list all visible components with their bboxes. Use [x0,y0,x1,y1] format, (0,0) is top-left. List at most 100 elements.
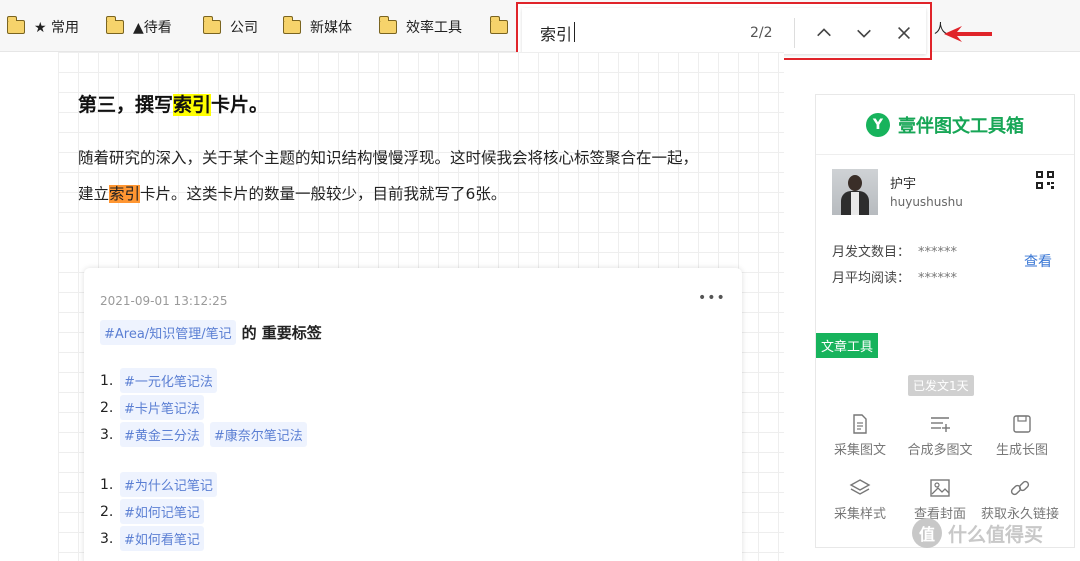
brand-logo-icon: Y [866,112,890,137]
watermark: 值 什么值得买 [912,518,1043,548]
paragraph-text: 建立 [78,185,110,203]
document-icon [853,414,867,434]
tag-link[interactable]: #Area/知识管理/笔记 [100,320,236,345]
list-number: 2. [100,399,114,416]
get-permanent-link-button[interactable]: 获取永久链接 [980,477,1060,522]
list-number: 3. [100,530,114,547]
watermark-logo-icon: 值 [912,518,942,548]
folder-icon [489,16,508,34]
avatar-figure [851,192,859,215]
user-name: 护宇 [890,177,917,192]
list-item: 1. #为什么记笔记 [100,472,217,497]
bookmark-folder-common[interactable]: ★ 常用 [6,16,80,38]
list-item: 2. #卡片笔记法 [100,395,204,420]
more-options-icon[interactable]: ••• [698,290,726,306]
collect-style-button[interactable]: 采集样式 [820,477,900,522]
tag-link[interactable]: #一元化笔记法 [120,368,217,393]
list-add-icon [931,417,950,432]
bookmark-folder-to-watch[interactable]: ▲待看 [105,16,172,38]
find-previous-button[interactable] [810,18,838,48]
stat-value: ****** [918,271,958,286]
bookmark-label: ▲待看 [133,20,172,36]
monthly-reads-stat: 月平均阅读： ****** [832,267,957,286]
merge-articles-button[interactable]: 合成多图文 [900,413,980,458]
tool-label: 合成多图文 [907,443,973,458]
find-close-button[interactable] [890,18,918,48]
user-handle: huyushushu [890,195,963,209]
list-number: 3. [100,426,114,443]
tag-link[interactable]: #黄金三分法 [120,422,204,447]
find-next-button[interactable] [850,18,878,48]
memo-card: 2021-09-01 13:12:25 ••• #Area/知识管理/笔记 的 … [84,268,742,561]
tag-link[interactable]: #为什么记笔记 [120,472,217,497]
tag-link[interactable]: #如何记笔记 [120,499,204,524]
bookmark-folder-efficiency-tools[interactable]: 效率工具 [378,16,462,38]
list-item: 2. #如何记笔记 [100,499,204,524]
watermark-text: 什么值得买 [948,523,1044,546]
paragraph-line: 随着研究的深入，关于某个主题的知识结构慢慢浮现。这时候我会将核心标签聚合在一起， [78,149,699,167]
chevron-down-icon [857,29,871,38]
tool-label: 采集图文 [833,443,886,458]
stat-label: 月发文数目： [832,245,911,260]
memo-title-text: 的 重要标签 [241,324,322,342]
find-bar: 2/2 [522,8,926,54]
folder-icon [282,16,301,34]
article-tools-badge: 文章工具 [816,333,879,358]
list-item: 3. #如何看笔记 [100,526,204,551]
qr-code-icon[interactable] [1036,171,1054,189]
monthly-posts-stat: 月发文数目： ****** [832,241,957,260]
divider [794,18,795,48]
stat-label: 月平均阅读： [832,271,911,286]
search-match-current: 索引 [173,94,212,116]
folder-icon [6,16,25,34]
view-cover-button[interactable]: 查看封面 [900,477,980,522]
folder-icon [378,16,397,34]
sidebar-title: 壹伴图文工具箱 [898,115,1024,137]
link-icon [1010,480,1030,496]
search-match: 索引 [109,185,141,203]
bookmark-label: 新媒体 [310,20,352,36]
bookmark-folder-company[interactable]: 公司 [202,16,258,38]
text-caret [574,22,575,42]
view-stats-link[interactable]: 查看 [1024,251,1052,271]
article-body: 第三，撰写索引卡片。 随着研究的深入，关于某个主题的知识结构慢慢浮现。这时候我会… [58,52,784,561]
extension-sidebar: Y 壹伴图文工具箱 护宇 huyushushu 月发文数目： ****** 月平均… [815,94,1075,548]
find-match-count: 2/2 [750,25,773,41]
tag-link[interactable]: #卡片笔记法 [120,395,204,420]
close-icon [898,27,910,39]
list-number: 1. [100,372,114,389]
bookmark-folder-partial[interactable] [489,16,517,38]
sidebar-header: Y 壹伴图文工具箱 [816,95,1074,155]
tool-label: 生成长图 [995,443,1048,458]
avatar [832,169,878,215]
tag-link[interactable]: #如何看笔记 [120,526,204,551]
heading-text: 卡片。 [211,94,269,116]
list-number: 2. [100,503,114,520]
memo-timestamp: 2021-09-01 13:12:25 [100,294,228,308]
folder-icon [202,16,221,34]
list-number: 1. [100,476,114,493]
generate-long-image-button[interactable]: 生成长图 [982,413,1062,458]
bookmark-label: 效率工具 [406,20,462,36]
paragraph-text: 卡片。这类卡片的数量一般较少，目前我就写了6张。 [140,185,507,203]
avatar-figure [848,175,862,191]
folder-icon [105,16,124,34]
memo-title: #Area/知识管理/笔记 的 重要标签 [100,320,322,345]
published-days-badge: 已发文1天 [908,375,974,396]
list-item: 3. #黄金三分法 #康奈尔笔记法 [100,422,307,447]
red-arrow-annotation [944,26,992,42]
collect-article-button[interactable]: 采集图文 [820,413,900,458]
chevron-up-icon [817,28,831,37]
save-icon [1013,415,1031,433]
tool-label: 采集样式 [833,507,886,522]
image-icon [930,479,950,497]
list-item: 1. #一元化笔记法 [100,368,217,393]
tag-link[interactable]: #康奈尔笔记法 [209,422,307,447]
section-heading: 第三，撰写索引卡片。 [78,90,268,117]
bookmark-label: ★ 常用 [34,20,80,36]
layers-icon [849,479,871,495]
find-input[interactable] [540,23,740,42]
heading-text: 第三，撰写 [78,94,174,116]
bookmark-folder-new-media[interactable]: 新媒体 [282,16,352,38]
paragraph-line: 建立索引卡片。这类卡片的数量一般较少，目前我就写了6张。 [78,182,768,204]
